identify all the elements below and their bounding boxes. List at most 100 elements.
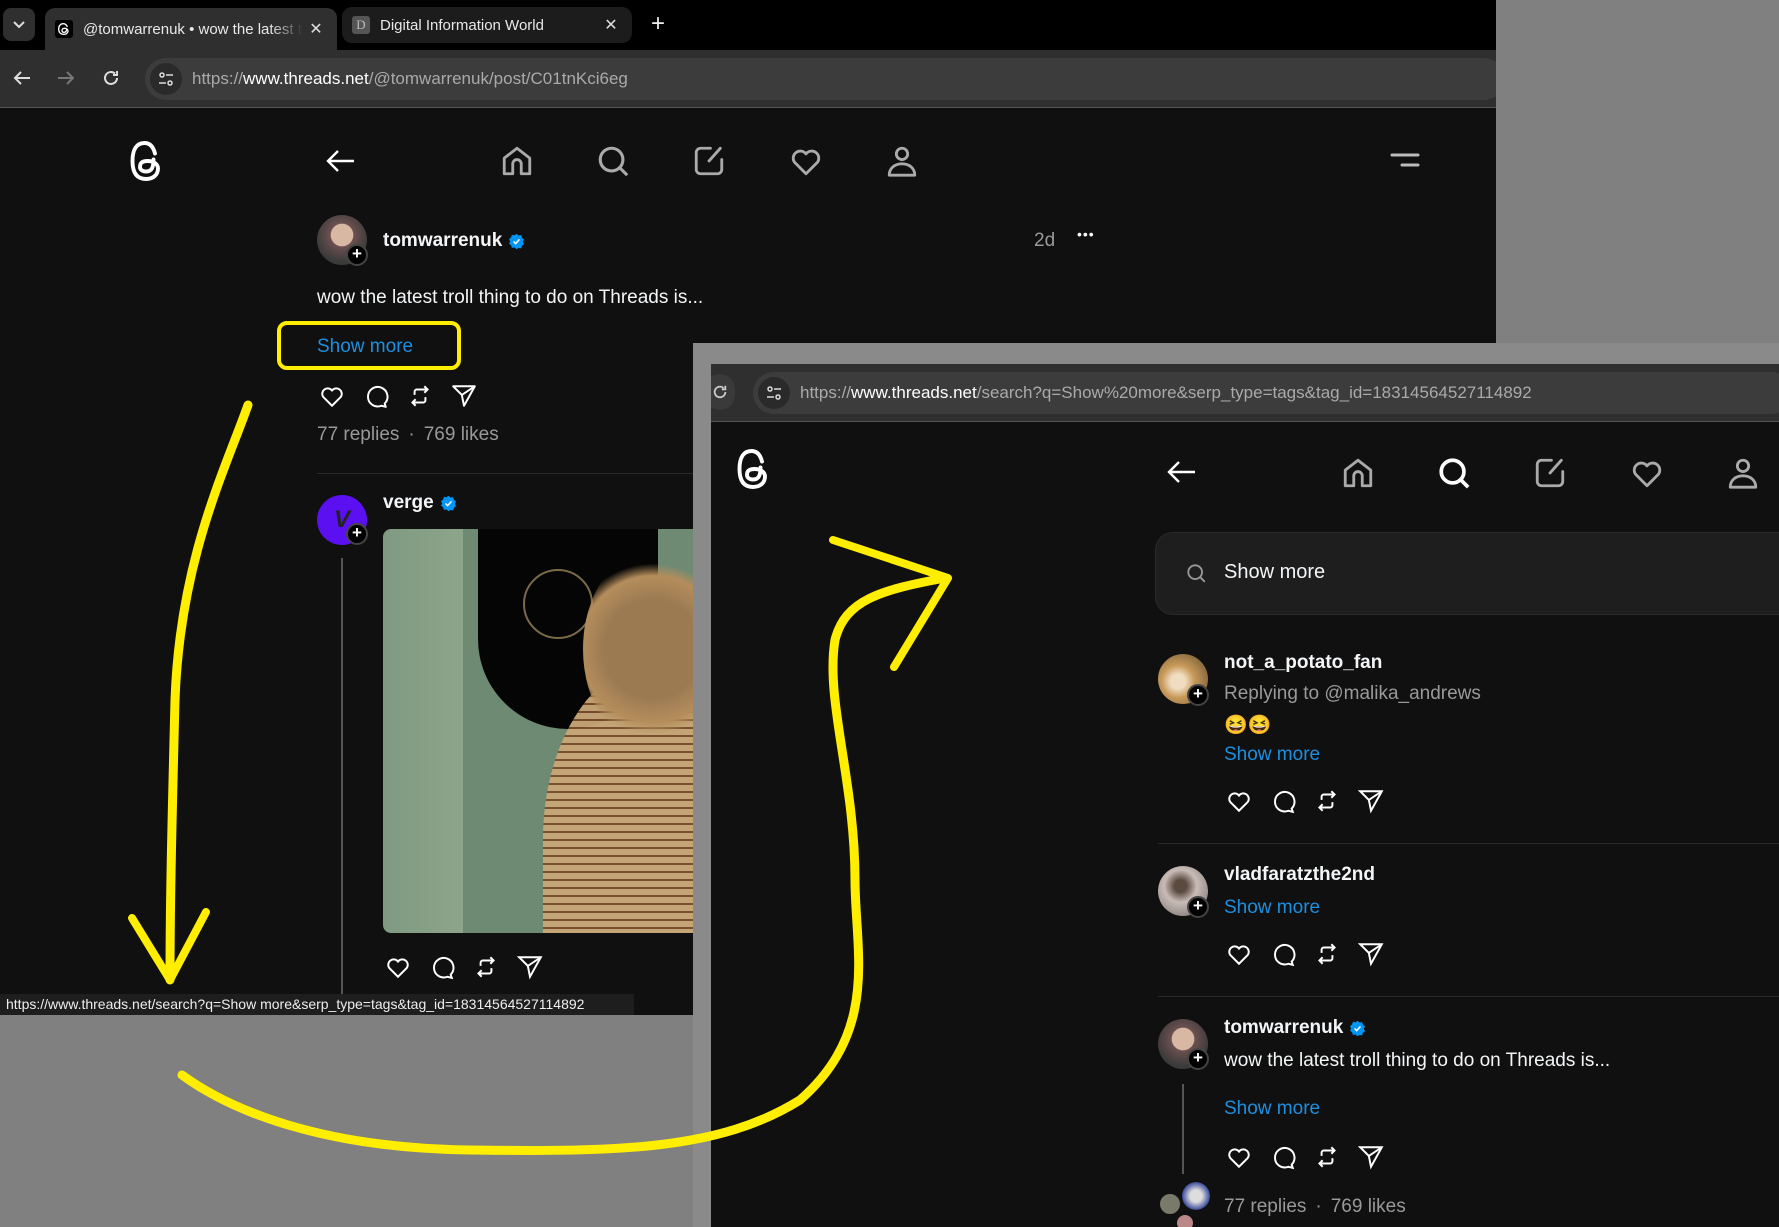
- browser-back-button[interactable]: [8, 64, 36, 92]
- nav-profile[interactable]: [1724, 454, 1762, 492]
- highlight-annotation: [277, 321, 461, 370]
- reload-button[interactable]: [711, 374, 735, 410]
- arrow-left-icon: [326, 150, 354, 172]
- show-more-link[interactable]: Show more: [1224, 744, 1320, 766]
- repost-button[interactable]: [407, 383, 431, 407]
- nav-home[interactable]: [1339, 454, 1377, 492]
- replies-count[interactable]: 77 replies: [317, 424, 399, 446]
- divider: [1158, 843, 1779, 844]
- result-author[interactable]: tomwarrenuk: [1224, 1017, 1366, 1039]
- nav-home[interactable]: [498, 142, 536, 180]
- repost-button[interactable]: [1314, 788, 1338, 812]
- send-icon: [1358, 943, 1384, 967]
- nav-search-active[interactable]: [1435, 454, 1473, 492]
- nav-activity[interactable]: [1628, 454, 1666, 492]
- verified-badge-icon: [440, 495, 456, 511]
- follow-plus-icon[interactable]: +: [1187, 684, 1209, 706]
- share-button[interactable]: [451, 383, 476, 407]
- like-button[interactable]: [385, 954, 409, 979]
- result-author[interactable]: vladfaratzthe2nd: [1224, 864, 1375, 886]
- search-icon: [1439, 458, 1470, 489]
- like-button[interactable]: [1226, 941, 1250, 966]
- post-age: 2d: [1034, 230, 1056, 251]
- nav-profile[interactable]: [883, 142, 921, 180]
- nav-activity[interactable]: [787, 142, 825, 180]
- address-bar[interactable]: https://www.threads.net/search?q=Show%20…: [753, 372, 1779, 414]
- nav-compose[interactable]: [690, 142, 728, 180]
- likes-count[interactable]: 769 likes: [424, 424, 499, 446]
- repost-button[interactable]: [1314, 1144, 1338, 1168]
- address-bar[interactable]: https://www.threads.net/@tomwarrenuk/pos…: [145, 58, 1496, 100]
- share-button[interactable]: [1358, 788, 1384, 814]
- url-scheme: https://: [800, 383, 852, 402]
- divider: [1158, 996, 1779, 997]
- new-tab-button[interactable]: +: [645, 10, 671, 40]
- reply-button[interactable]: [363, 383, 389, 408]
- follow-plus-icon[interactable]: +: [346, 523, 368, 545]
- result-author[interactable]: not_a_potato_fan: [1224, 652, 1382, 674]
- replying-to: Replying to @malika_andrews: [1224, 683, 1481, 704]
- reply-button[interactable]: [1270, 941, 1296, 967]
- reply-button[interactable]: [1270, 1144, 1296, 1170]
- replier-avatar: [1182, 1182, 1210, 1210]
- post-author[interactable]: tomwarrenuk: [383, 230, 525, 252]
- send-icon: [452, 385, 476, 407]
- reload-button[interactable]: [97, 64, 125, 92]
- menu-icon: [1390, 153, 1420, 167]
- back-button[interactable]: [1163, 454, 1199, 490]
- comment-icon: [1274, 791, 1296, 814]
- url-path: /search?q=Show%20more&serp_type=tags&tag…: [976, 383, 1532, 402]
- search-input[interactable]: Show more: [1155, 532, 1779, 615]
- likes-count[interactable]: 769 likes: [1331, 1196, 1406, 1218]
- follow-plus-icon[interactable]: +: [1187, 1048, 1209, 1070]
- send-icon: [517, 956, 543, 980]
- repost-button[interactable]: [1314, 941, 1338, 965]
- site-settings-icon[interactable]: [150, 63, 182, 95]
- reply-button[interactable]: [429, 954, 455, 980]
- reply-author[interactable]: verge: [383, 492, 457, 514]
- tab-strip: @tomwarrenuk • wow the latest troll thin…: [0, 0, 1496, 50]
- share-button[interactable]: [517, 954, 543, 980]
- show-more-link[interactable]: Show more: [1224, 1098, 1320, 1120]
- tab-close-button[interactable]: ✕: [303, 19, 329, 39]
- heart-icon: [1632, 461, 1662, 488]
- threads-logo-icon[interactable]: [125, 138, 167, 184]
- back-button[interactable]: [322, 143, 358, 179]
- post-text: wow the latest troll thing to do on Thre…: [317, 287, 704, 308]
- search-icon: [1187, 564, 1206, 583]
- menu-button[interactable]: [1386, 148, 1424, 172]
- nav-search[interactable]: [594, 142, 632, 180]
- browser-forward-button[interactable]: [52, 64, 80, 92]
- comment-icon: [1274, 944, 1296, 967]
- heart-icon: [1228, 945, 1250, 966]
- more-options-button[interactable]: •••: [1077, 226, 1095, 242]
- tab-digital-information-world[interactable]: D Digital Information World ✕: [342, 7, 632, 43]
- tab-threads-post[interactable]: @tomwarrenuk • wow the latest troll thin…: [45, 8, 337, 50]
- share-button[interactable]: [1358, 941, 1384, 967]
- share-button[interactable]: [1358, 1144, 1384, 1170]
- tab-close-button[interactable]: ✕: [598, 15, 624, 35]
- follow-plus-icon[interactable]: +: [1187, 896, 1209, 918]
- threads-logo-icon[interactable]: [732, 446, 774, 492]
- tab-title: Digital Information World: [380, 16, 544, 34]
- show-more-link[interactable]: Show more: [1224, 897, 1320, 919]
- site-settings-icon[interactable]: [758, 377, 790, 409]
- reply-button[interactable]: [1270, 788, 1296, 814]
- browser-window-search: https://www.threads.net/search?q=Show%20…: [711, 364, 1779, 1227]
- replies-count[interactable]: 77 replies: [1224, 1196, 1306, 1218]
- like-button[interactable]: [319, 383, 343, 407]
- reload-icon: [713, 385, 727, 399]
- like-button[interactable]: [1226, 788, 1250, 813]
- post-media-image[interactable]: [383, 529, 703, 933]
- author-name: verge: [383, 492, 434, 513]
- reload-icon: [104, 70, 118, 85]
- divider: [317, 473, 737, 474]
- tab-search-button[interactable]: [3, 8, 35, 41]
- follow-plus-icon[interactable]: +: [346, 244, 368, 266]
- result-emoji: 😆😆: [1224, 715, 1272, 736]
- result-actions: [1226, 941, 1384, 967]
- repost-button[interactable]: [473, 954, 497, 978]
- like-button[interactable]: [1226, 1144, 1250, 1169]
- verified-badge-icon: [509, 233, 525, 249]
- nav-compose[interactable]: [1531, 454, 1569, 492]
